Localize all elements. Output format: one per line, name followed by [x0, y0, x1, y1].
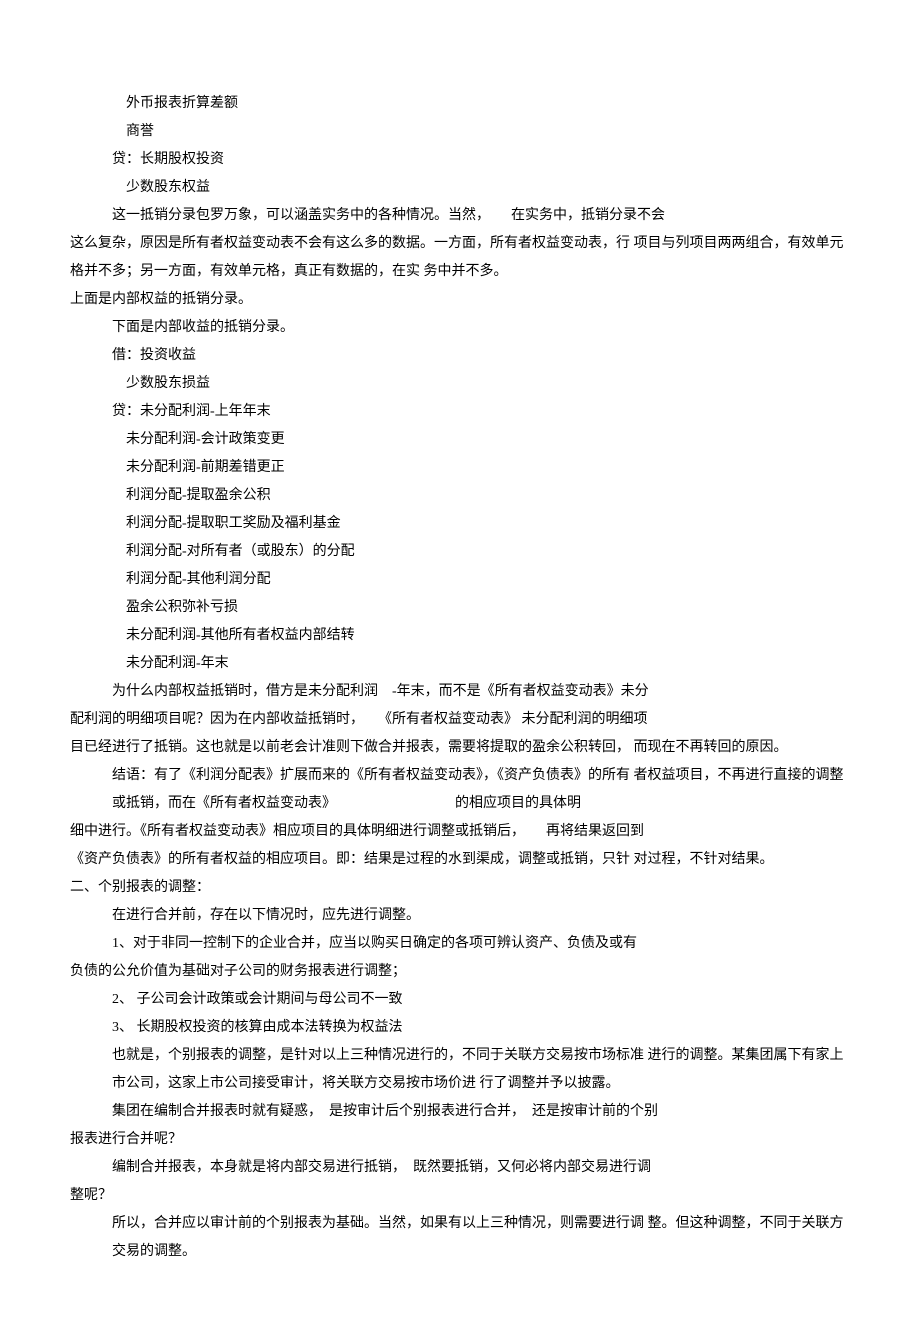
text-line: 贷：长期股权投资 — [70, 146, 850, 174]
text-line: 利润分配-提取职工奖励及福利基金 — [70, 510, 850, 538]
text-line: 目已经进行了抵销。这也就是以前老会计准则下做合并报表，需要将提取的盈余公积转回，… — [70, 734, 850, 762]
text-line: 少数股东权益 — [70, 174, 850, 202]
text-line: 外币报表折算差额 — [70, 90, 850, 118]
text-line: 为什么内部权益抵销时，借方是未分配利润 -年末，而不是《所有者权益变动表》未分 — [70, 678, 850, 706]
text-line: 《资产负债表》的所有者权益的相应项目。即：结果是过程的水到渠成，调整或抵销，只针… — [70, 846, 850, 874]
text-line: 编制合并报表，本身就是将内部交易进行抵销， 既然要抵销，又何必将内部交易进行调 — [70, 1154, 850, 1182]
text-line: 结语：有了《利润分配表》扩展而来的《所有者权益变动表》，《资产负债表》的所有 者… — [70, 762, 850, 818]
text-line: 利润分配-其他利润分配 — [70, 566, 850, 594]
text-line: 下面是内部收益的抵销分录。 — [70, 314, 850, 342]
text-line: 3、 长期股权投资的核算由成本法转换为权益法 — [70, 1014, 850, 1042]
document-page: 外币报表折算差额商誉贷：长期股权投资少数股东权益这一抵销分录包罗万象，可以涵盖实… — [0, 0, 920, 1326]
text-line: 这么复杂，原因是所有者权益变动表不会有这么多的数据。一方面，所有者权益变动表，行… — [70, 230, 850, 286]
text-line: 未分配利润-前期差错更正 — [70, 454, 850, 482]
text-line: 所以，合并应以审计前的个别报表为基础。当然，如果有以上三种情况，则需要进行调 整… — [70, 1210, 850, 1266]
text-line: 未分配利润-年末 — [70, 650, 850, 678]
text-line: 这一抵销分录包罗万象，可以涵盖实务中的各种情况。当然， 在实务中，抵销分录不会 — [70, 202, 850, 230]
text-line: 借：投资收益 — [70, 342, 850, 370]
text-line: 未分配利润-其他所有者权益内部结转 — [70, 622, 850, 650]
text-line: 未分配利润-会计政策变更 — [70, 426, 850, 454]
text-line: 少数股东损益 — [70, 370, 850, 398]
text-line: 商誉 — [70, 118, 850, 146]
text-line: 细中进行。《所有者权益变动表》相应项目的具体明细进行调整或抵销后， 再将结果返回… — [70, 818, 850, 846]
text-line: 也就是，个别报表的调整，是针对以上三种情况进行的，不同于关联方交易按市场标准 进… — [70, 1042, 850, 1098]
text-line: 整呢？ — [70, 1182, 850, 1210]
text-line: 贷：未分配利润-上年年末 — [70, 398, 850, 426]
text-line: 报表进行合并呢？ — [70, 1126, 850, 1154]
text-line: 盈余公积弥补亏损 — [70, 594, 850, 622]
text-line: 负债的公允价值为基础对子公司的财务报表进行调整； — [70, 958, 850, 986]
text-line: 上面是内部权益的抵销分录。 — [70, 286, 850, 314]
text-line: 配利润的明细项目呢？因为在内部收益抵销时， 《所有者权益变动表》 未分配利润的明… — [70, 706, 850, 734]
text-line: 利润分配-提取盈余公积 — [70, 482, 850, 510]
text-line: 2、 子公司会计政策或会计期间与母公司不一致 — [70, 986, 850, 1014]
text-line: 二、个别报表的调整： — [70, 874, 850, 902]
text-line: 集团在编制合并报表时就有疑惑， 是按审计后个别报表进行合并， 还是按审计前的个别 — [70, 1098, 850, 1126]
text-line: 1、对于非同一控制下的企业合并，应当以购买日确定的各项可辨认资产、负债及或有 — [70, 930, 850, 958]
text-line: 利润分配-对所有者（或股东）的分配 — [70, 538, 850, 566]
text-line: 在进行合并前，存在以下情况时，应先进行调整。 — [70, 902, 850, 930]
